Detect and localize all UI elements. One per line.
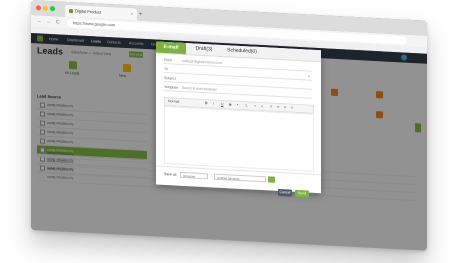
- email-modal: E-mail Draft(3) Scheduled(0) From sales@…: [156, 41, 321, 198]
- confirm-icon[interactable]: [268, 176, 275, 183]
- align-right-button[interactable]: ≡: [284, 104, 286, 111]
- outdent-button[interactable]: «: [254, 103, 256, 110]
- chevron-down-icon[interactable]: ▾: [308, 74, 310, 80]
- from-value: sales@digitalproduct.com: [182, 58, 223, 66]
- email-body-editor[interactable]: [164, 105, 314, 172]
- template-label: Template: [164, 84, 179, 90]
- back-icon[interactable]: ←: [37, 15, 42, 27]
- close-window-icon[interactable]: [36, 5, 41, 11]
- send-button[interactable]: Send: [295, 189, 309, 198]
- save-as-select[interactable]: Template: [180, 171, 208, 180]
- indent-button[interactable]: »: [261, 103, 263, 110]
- save-as-label: Save as: [164, 171, 177, 177]
- template-value: Select E-mail template: [182, 85, 218, 92]
- align-left-button[interactable]: ≡: [270, 104, 272, 111]
- scene: Digital Product × + ← → C https://www.go…: [0, 0, 473, 263]
- tab-scheduled[interactable]: Scheduled(0): [222, 45, 262, 58]
- numbered-list-button[interactable]: 1.: [245, 102, 248, 109]
- forward-icon[interactable]: →: [46, 16, 51, 28]
- tab-drafts[interactable]: Draft(3): [188, 43, 220, 56]
- maximize-window-icon[interactable]: [50, 5, 55, 12]
- align-center-button[interactable]: ≡: [277, 104, 279, 111]
- bold-button[interactable]: B: [205, 100, 208, 107]
- tab-close-icon[interactable]: ×: [131, 8, 133, 20]
- reload-icon[interactable]: C: [56, 16, 60, 28]
- italic-button[interactable]: I: [213, 101, 214, 108]
- align-justify-button[interactable]: ≡: [291, 105, 293, 112]
- subject-label: Subject: [164, 75, 176, 81]
- favicon-icon: [69, 8, 73, 14]
- strike-button[interactable]: S: [229, 101, 231, 108]
- tab-email[interactable]: E-mail: [156, 41, 186, 55]
- format-select[interactable]: Normal: [168, 98, 179, 106]
- minimize-window-icon[interactable]: [43, 5, 48, 11]
- from-label: From: [164, 57, 173, 63]
- underline-button[interactable]: U: [221, 101, 224, 108]
- browser-window: Digital Product × + ← → C https://www.go…: [31, 0, 427, 251]
- template-name-input[interactable]: Untitled template: [214, 173, 266, 183]
- bullet-list-button[interactable]: •: [237, 102, 238, 109]
- cancel-button[interactable]: Cancel: [278, 188, 292, 197]
- new-tab-button[interactable]: +: [139, 9, 143, 21]
- to-label: To: [164, 66, 168, 72]
